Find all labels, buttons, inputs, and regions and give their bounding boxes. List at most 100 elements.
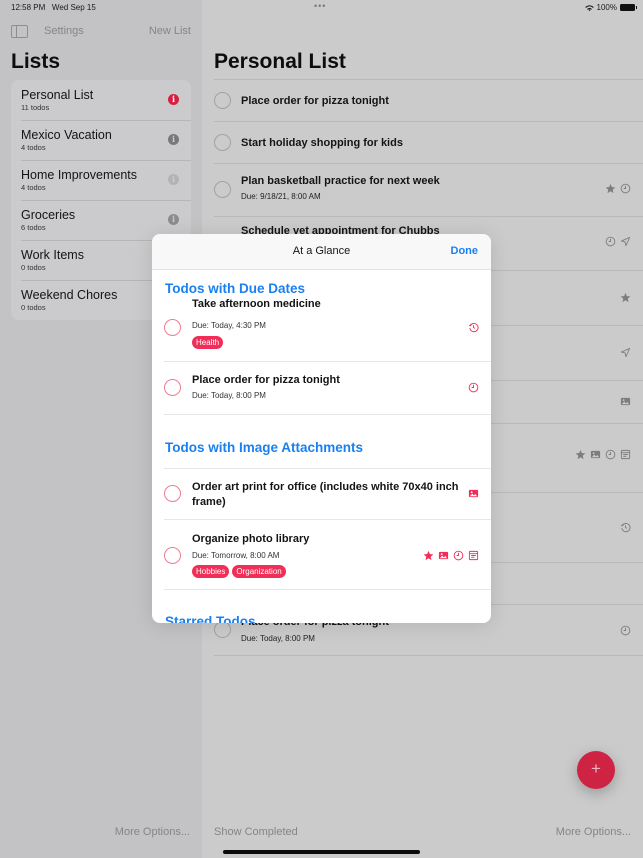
list-item[interactable]: Home Improvements 4 todos i (11, 160, 191, 200)
battery-icon (620, 4, 637, 11)
todo-icons (620, 347, 631, 358)
tag-list: Hobbies Organization (192, 565, 286, 578)
tag-badge[interactable]: Health (192, 336, 224, 349)
modal-header: At a Glance Done (152, 234, 491, 270)
note-icon (468, 550, 479, 561)
todo-due: Due: 9/18/21, 8:00 AM (241, 192, 321, 201)
main-more-options-button[interactable]: More Options... (556, 826, 631, 838)
status-bar: 12:58 PM Wed Sep 15 ••• 100% (0, 0, 643, 16)
todo-icons (605, 236, 631, 247)
add-todo-button[interactable]: + (577, 751, 615, 789)
complete-checkbox[interactable] (164, 379, 181, 396)
todo-row[interactable]: Plan basketball practice for next week D… (214, 163, 643, 216)
divider (164, 589, 491, 590)
time: 12:58 PM (11, 3, 46, 12)
star-icon (605, 183, 616, 194)
location-icon (620, 236, 631, 247)
todo-icons (605, 183, 631, 194)
list-name: Mexico Vacation (21, 128, 112, 142)
sidebar-toggle-icon[interactable] (11, 25, 28, 38)
todo-icons (468, 322, 479, 333)
info-icon[interactable]: i (168, 94, 179, 105)
todo-title: Plan basketball practice for next week (241, 175, 440, 187)
recurring-clock-icon (468, 322, 479, 333)
todo-icons (620, 522, 631, 533)
list-name: Home Improvements (21, 168, 138, 182)
lists-title: Lists (11, 50, 61, 73)
tag-list: Health (192, 336, 224, 349)
done-button[interactable]: Done (451, 245, 479, 257)
location-icon (620, 347, 631, 358)
clock-icon (453, 550, 464, 561)
info-icon[interactable]: i (168, 174, 179, 185)
todo-title: Start holiday shopping for kids (241, 137, 403, 149)
todo-due: Due: Tomorrow, 8:00 AM (192, 551, 280, 560)
complete-checkbox[interactable] (164, 547, 181, 564)
todo-title: Place order for pizza tonight (192, 374, 340, 386)
list-item[interactable]: Personal List 11 todos i (11, 80, 191, 120)
tag-badge[interactable]: Organization (232, 565, 286, 578)
todo-icons (468, 488, 479, 499)
divider (164, 468, 491, 469)
tag-badge[interactable]: Hobbies (192, 565, 230, 578)
image-icon (620, 396, 631, 407)
image-icon (468, 488, 479, 499)
glance-todo-row[interactable]: Order art print for office (includes whi… (164, 468, 491, 520)
status-indicators: 100% (584, 3, 637, 12)
section-title: Starred Todos (165, 614, 256, 623)
glance-todo-row[interactable]: Organize photo library Due: Tomorrow, 8:… (164, 520, 491, 590)
settings-button[interactable]: Settings (44, 25, 84, 37)
glance-todo-row[interactable]: Place order for pizza tonight Due: Today… (164, 362, 491, 415)
star-icon (620, 292, 631, 303)
note-icon (620, 449, 631, 460)
todo-icons (620, 396, 631, 407)
new-list-button[interactable]: New List (149, 25, 191, 37)
info-icon[interactable]: i (168, 134, 179, 145)
complete-checkbox[interactable] (214, 181, 231, 198)
at-a-glance-modal: At a Glance Done Todos with Due Dates Ta… (152, 234, 491, 623)
todo-due: Due: Today, 8:00 PM (192, 391, 266, 400)
todo-icons (620, 625, 631, 636)
clock-icon (605, 449, 616, 460)
clock-icon (620, 183, 631, 194)
todo-icons (423, 550, 479, 561)
divider (164, 414, 491, 415)
clock-icon (620, 625, 631, 636)
todo-icons (620, 292, 631, 303)
complete-checkbox[interactable] (164, 485, 181, 502)
list-name: Groceries (21, 208, 76, 222)
todo-due: Due: Today, 8:00 PM (241, 634, 315, 643)
star-icon (575, 449, 586, 460)
todo-row[interactable]: Place order for pizza tonight (214, 79, 643, 121)
info-icon[interactable]: i (168, 214, 179, 225)
todo-icons (575, 449, 631, 460)
page-title: Personal List (214, 50, 346, 73)
star-icon (423, 550, 434, 561)
section-title: Todos with Due Dates (165, 281, 306, 296)
list-name: Personal List (21, 88, 94, 102)
clock-icon (605, 236, 616, 247)
multitasking-dots-icon[interactable]: ••• (314, 1, 326, 11)
complete-checkbox[interactable] (164, 319, 181, 336)
list-item[interactable]: Mexico Vacation 4 todos i (11, 120, 191, 160)
modal-title: At a Glance (292, 245, 351, 257)
list-count: 6 todos (21, 223, 46, 232)
wifi-icon (584, 4, 594, 12)
glance-todo-row[interactable]: Take afternoon medicine Due: Today, 4:30… (164, 298, 491, 363)
date: Wed Sep 15 (51, 3, 96, 12)
home-indicator[interactable] (223, 850, 420, 854)
complete-checkbox[interactable] (214, 92, 231, 109)
todo-row[interactable]: Start holiday shopping for kids (214, 121, 643, 163)
recurring-clock-icon (620, 522, 631, 533)
list-count: 11 todos (21, 103, 50, 112)
complete-checkbox[interactable] (214, 134, 231, 151)
modal-body[interactable]: Todos with Due Dates Take afternoon medi… (152, 270, 491, 623)
list-count: 4 todos (21, 143, 46, 152)
show-completed-button[interactable]: Show Completed (214, 826, 298, 838)
battery-percent: 100% (596, 3, 617, 12)
sidebar-more-options-button[interactable]: More Options... (115, 826, 190, 838)
todo-title: Organize photo library (192, 533, 310, 545)
todo-title: Order art print for office (includes whi… (192, 481, 459, 508)
todo-due: Due: Today, 4:30 PM (192, 321, 266, 330)
complete-checkbox[interactable] (214, 621, 231, 638)
